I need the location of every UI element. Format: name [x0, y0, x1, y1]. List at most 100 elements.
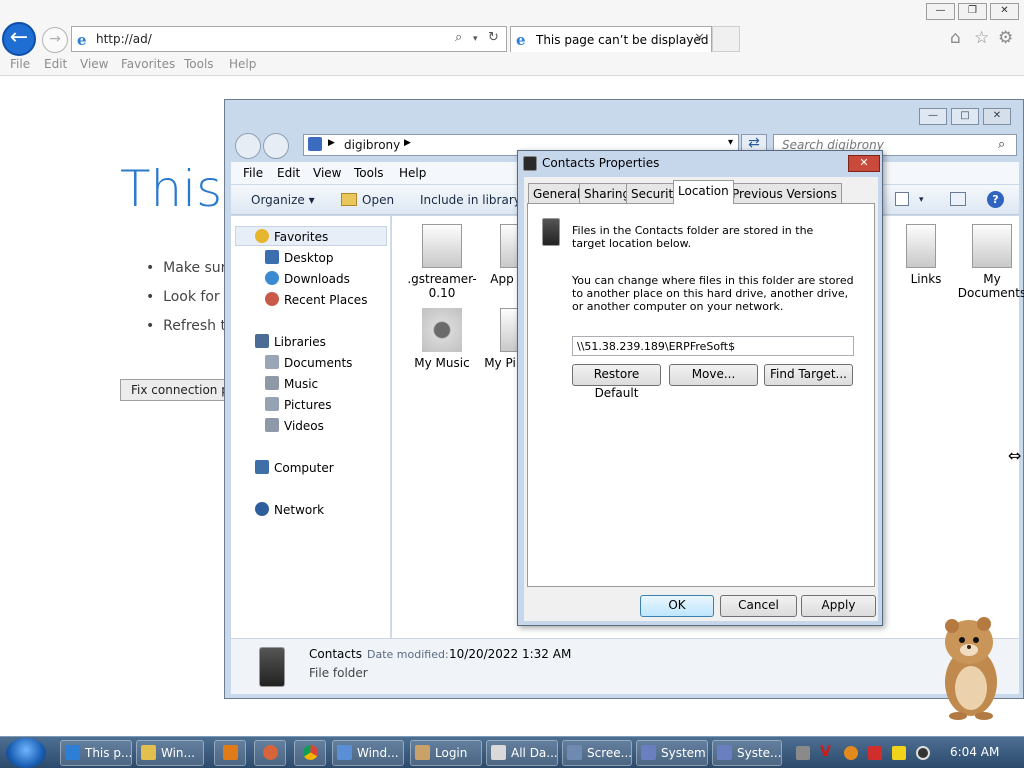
minimize-button[interactable]: — — [919, 108, 947, 125]
documents-icon — [265, 355, 279, 369]
dropdown-arrow-icon[interactable]: ▾ — [919, 195, 924, 205]
minimize-button[interactable]: — — [926, 3, 955, 20]
ie-logo-icon: e — [77, 31, 87, 49]
tab-general[interactable]: General — [528, 183, 586, 203]
nav-network[interactable]: Network — [255, 502, 324, 517]
tray-yellow-icon[interactable] — [892, 746, 906, 760]
search-icon[interactable]: ⌕ — [455, 30, 462, 45]
location-tab-panel: Files in the Contacts folder are stored … — [527, 203, 875, 587]
tray-v-icon[interactable]: V — [820, 744, 834, 760]
close-icon[interactable]: ✕ — [848, 155, 880, 172]
menu-file[interactable]: File — [10, 57, 30, 71]
taskbar-chrome[interactable] — [294, 740, 326, 766]
menu-view[interactable]: View — [313, 166, 341, 180]
ok-button[interactable]: OK — [640, 595, 714, 617]
new-tab-button[interactable] — [712, 26, 740, 52]
restore-button[interactable]: ❐ — [958, 3, 987, 20]
taskbar-item-windows[interactable]: Wind... — [332, 740, 404, 766]
location-info-text: Files in the Contacts folder are stored … — [572, 224, 814, 250]
organize-button[interactable]: Organize ▾ — [251, 193, 315, 207]
nav-downloads[interactable]: Downloads — [265, 271, 350, 286]
nav-favorites[interactable]: Favorites — [255, 229, 328, 244]
browser-tab[interactable]: e This page can’t be displayed ✕ — [510, 26, 712, 52]
nav-pictures[interactable]: Pictures — [265, 397, 332, 412]
chrome-icon — [303, 745, 318, 760]
nav-recent-places[interactable]: Recent Places — [265, 292, 367, 307]
location-path-input[interactable]: \\51.38.239.189\ERPFreSoft$ — [572, 336, 854, 356]
breadcrumb[interactable]: digibrony — [344, 138, 400, 152]
restore-default-button[interactable]: Restore Default — [572, 364, 661, 400]
favorites-star-icon[interactable]: ☆ — [974, 28, 989, 48]
chevron-right-icon[interactable]: ▶ — [404, 138, 411, 148]
preview-pane-icon[interactable] — [950, 192, 966, 206]
media-player-icon — [223, 745, 238, 760]
nav-libraries[interactable]: Libraries — [255, 334, 326, 349]
menu-tools[interactable]: Tools — [354, 166, 384, 180]
search-icon[interactable]: ⌕ — [998, 137, 1005, 152]
menu-edit[interactable]: Edit — [44, 57, 67, 71]
taskbar-media-player[interactable] — [214, 740, 246, 766]
back-arrow-icon[interactable]: ← — [2, 22, 36, 56]
taskbar-item-login[interactable]: Login — [410, 740, 482, 766]
tab-location[interactable]: Location — [673, 180, 734, 204]
tray-app-icon[interactable] — [796, 746, 810, 760]
desktop-icon — [265, 250, 279, 264]
clock[interactable]: 6:04 AM — [950, 745, 999, 759]
tray-flag-icon[interactable] — [868, 746, 882, 760]
forward-arrow-icon[interactable]: → — [42, 27, 68, 53]
gear-icon[interactable]: ⚙ — [998, 28, 1013, 48]
dropdown-arrow-icon[interactable]: ▾ — [728, 137, 733, 148]
menu-tools[interactable]: Tools — [184, 57, 214, 71]
nav-documents[interactable]: Documents — [265, 355, 352, 370]
taskbar-item-system-2[interactable]: Syste... — [712, 740, 782, 766]
nav-videos[interactable]: Videos — [265, 418, 324, 433]
open-button[interactable]: Open — [362, 193, 394, 207]
taskbar-item-all-data[interactable]: All Da... — [486, 740, 558, 766]
fix-connection-button[interactable]: Fix connection pr — [120, 379, 230, 401]
menu-favorites[interactable]: Favorites — [121, 57, 175, 71]
star-icon — [255, 229, 269, 243]
help-icon[interactable]: ? — [987, 191, 1004, 208]
move-button[interactable]: Move... — [669, 364, 758, 386]
folder-icon — [141, 745, 156, 760]
forward-button[interactable] — [263, 133, 289, 159]
nav-desktop[interactable]: Desktop — [265, 250, 334, 265]
taskbar-item-explorer[interactable]: Win... — [136, 740, 204, 766]
maximize-button[interactable]: □ — [951, 108, 979, 125]
taskbar-paint[interactable] — [254, 740, 286, 766]
include-in-library-button[interactable]: Include in library — [420, 193, 521, 207]
menu-help[interactable]: Help — [229, 57, 256, 71]
close-window-button[interactable]: ✕ — [983, 108, 1011, 125]
view-options-icon[interactable] — [895, 192, 909, 206]
apply-button[interactable]: Apply — [801, 595, 876, 617]
back-button[interactable] — [235, 133, 261, 159]
menu-help[interactable]: Help — [399, 166, 426, 180]
tab-previous-versions[interactable]: Previous Versions — [727, 183, 842, 203]
menu-file[interactable]: File — [243, 166, 263, 180]
address-bar[interactable]: e http://ad/ ⌕ ▾ ↻ — [71, 26, 507, 52]
nav-computer[interactable]: Computer — [255, 460, 334, 475]
paint-icon — [263, 745, 278, 760]
contacts-folder-icon — [259, 647, 285, 687]
close-icon[interactable]: ✕ — [694, 31, 705, 46]
dropdown-arrow-icon[interactable]: ▾ — [473, 34, 478, 44]
videos-icon — [265, 418, 279, 432]
nav-music[interactable]: Music — [265, 376, 318, 391]
find-target-button[interactable]: Find Target... — [764, 364, 853, 386]
music-icon — [265, 376, 279, 390]
tray-volume-icon[interactable] — [916, 746, 930, 760]
taskbar-item-system[interactable]: System — [636, 740, 708, 766]
home-icon[interactable]: ⌂ — [950, 28, 961, 48]
taskbar-item-ie[interactable]: This p... — [60, 740, 132, 766]
refresh-icon[interactable]: ↻ — [488, 30, 499, 45]
tray-search-icon[interactable] — [844, 746, 858, 760]
cancel-button[interactable]: Cancel — [720, 595, 797, 617]
close-window-button[interactable]: ✕ — [990, 3, 1019, 20]
contacts-folder-icon — [542, 218, 560, 246]
details-pane: Contacts Date modified: 10/20/2022 1:32 … — [231, 638, 1019, 694]
libraries-icon — [255, 334, 269, 348]
menu-edit[interactable]: Edit — [277, 166, 300, 180]
menu-view[interactable]: View — [80, 57, 108, 71]
taskbar-item-screen[interactable]: Scree... — [562, 740, 632, 766]
start-button[interactable] — [6, 738, 46, 768]
